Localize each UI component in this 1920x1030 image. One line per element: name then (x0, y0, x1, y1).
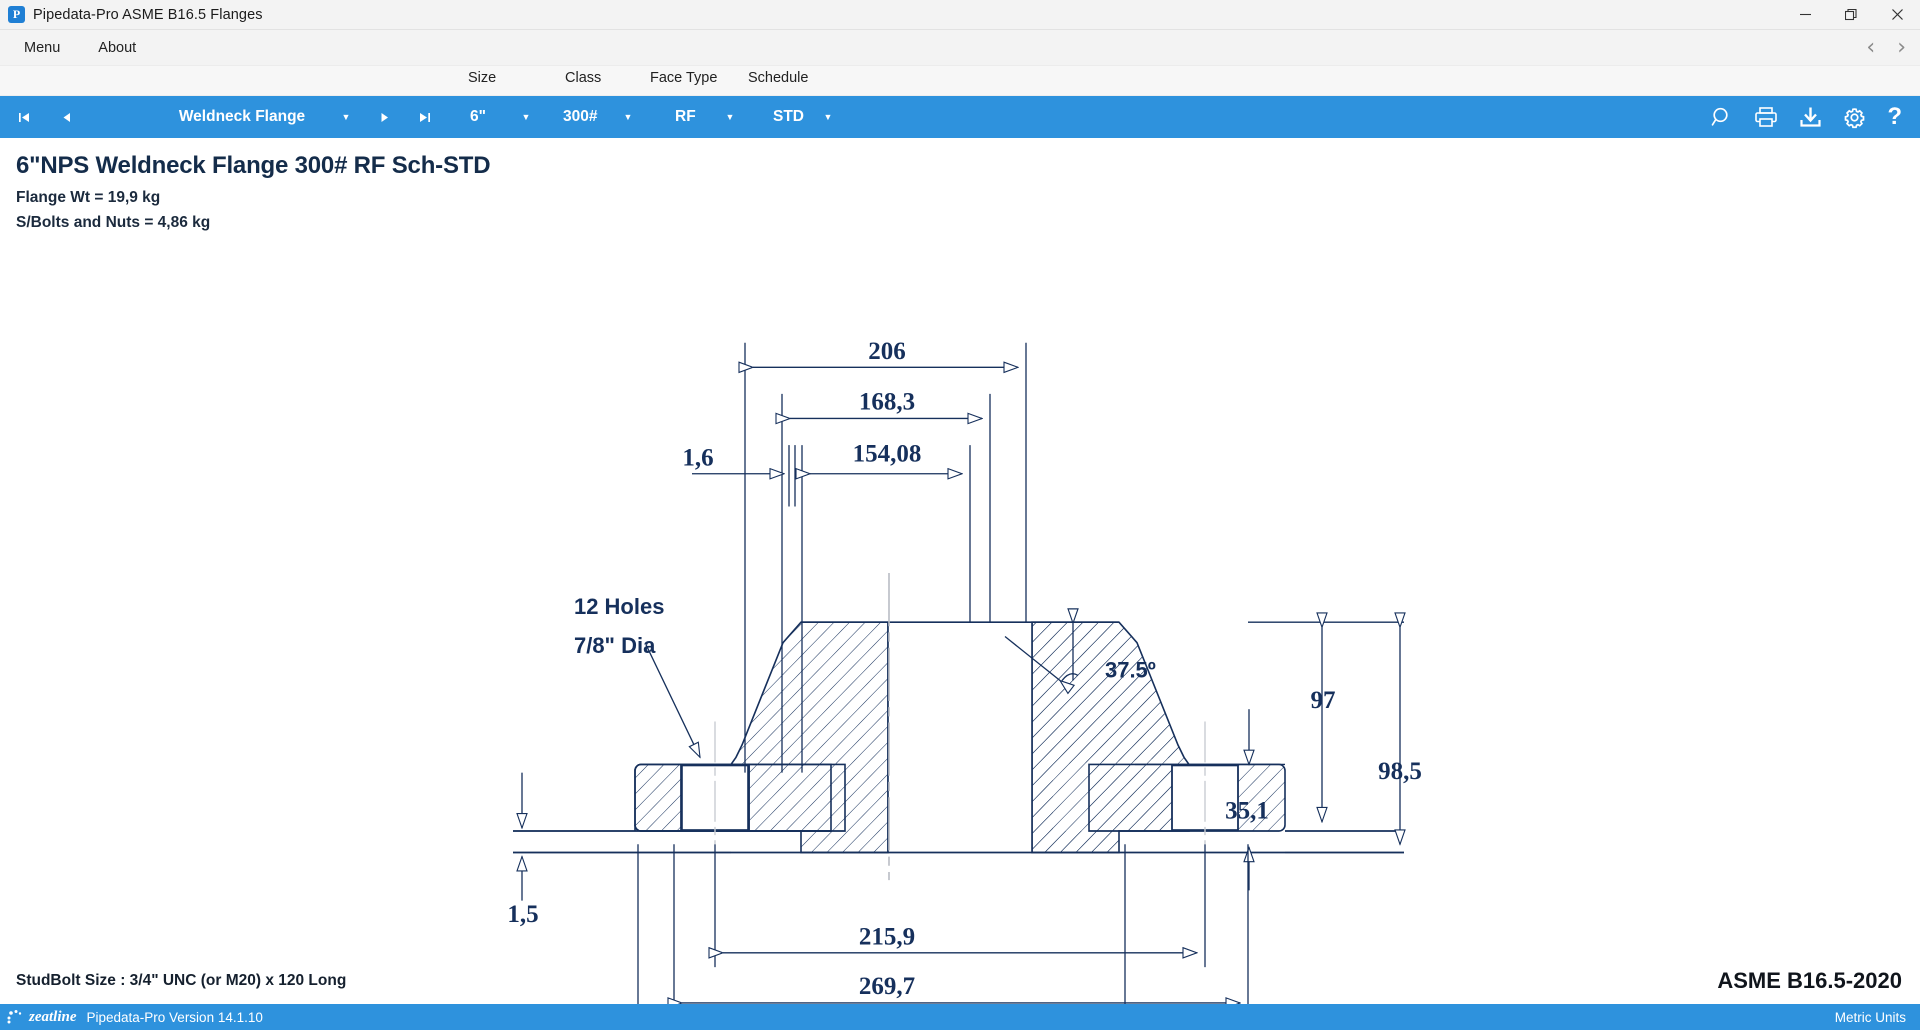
zeatline-logo: zeatline (6, 1009, 77, 1026)
main-content: 6"NPS Weldneck Flange 300# RF Sch-STD Fl… (0, 138, 1920, 1004)
schedule-value[interactable]: STD (773, 96, 804, 138)
zeatline-dots-icon (7, 1010, 22, 1024)
annotation-holes-dia: 7/8" Dia (574, 633, 656, 658)
search-icon[interactable] (1711, 106, 1733, 128)
close-icon (1891, 9, 1903, 20)
chevron-right-icon[interactable]: › (1897, 36, 1906, 59)
dim-raised-face-h: 1,6 (682, 443, 713, 471)
previous-record-button[interactable] (52, 96, 80, 138)
dim-bolt-circle: 215,9 (859, 922, 915, 950)
face-type-dropdown-caret[interactable]: ▼ (722, 96, 738, 138)
help-icon[interactable]: ? (1887, 105, 1902, 129)
dim-length-thru-hub: 97 (1311, 686, 1336, 714)
menu-bar: Menu About ‹ › (0, 30, 1920, 66)
annotation-holes-count: 12 Holes (574, 594, 664, 619)
dim-rf-thickness: 1,5 (507, 900, 538, 928)
app-logo-icon: P (8, 6, 25, 23)
chevron-left-icon[interactable]: ‹ (1866, 36, 1875, 59)
class-value[interactable]: 300# (563, 96, 597, 138)
first-record-button[interactable] (10, 96, 38, 138)
close-button[interactable] (1874, 0, 1920, 30)
dim-hub-large-dia: 206 (868, 337, 905, 365)
menu-item-about[interactable]: About (84, 40, 150, 56)
maximize-button[interactable] (1828, 0, 1874, 30)
face-type-value[interactable]: RF (675, 96, 696, 138)
menu-item-menu[interactable]: Menu (10, 40, 74, 56)
status-bar: zeatline Pipedata-Pro Version 14.1.10 Me… (0, 1004, 1920, 1030)
class-dropdown-caret[interactable]: ▼ (620, 96, 636, 138)
dim-hub-length: 35,1 (1225, 796, 1269, 824)
window-titlebar: P Pipedata-Pro ASME B16.5 Flanges (0, 0, 1920, 30)
dim-raised-face-dia: 269,7 (859, 972, 916, 1000)
flange-type-value[interactable]: Weldneck Flange (158, 96, 326, 138)
page-navigation: ‹ › (1866, 36, 1920, 59)
schedule-dropdown-caret[interactable]: ▼ (820, 96, 836, 138)
annotation-hub-angle: 37.5º (1105, 657, 1156, 682)
size-value[interactable]: 6" (470, 96, 486, 138)
dim-total-length: 98,5 (1378, 757, 1422, 785)
selector-column-headers: Size Class Face Type Schedule (0, 66, 1920, 96)
print-icon[interactable] (1754, 106, 1778, 128)
first-record-icon (18, 112, 29, 122)
gear-icon[interactable] (1843, 106, 1866, 129)
previous-record-icon (63, 112, 70, 122)
download-icon[interactable] (1799, 106, 1822, 128)
dim-bore: 154,08 (853, 439, 922, 467)
record-selector-bar: Weldneck Flange ▼ 6" ▼ 300# ▼ RF ▼ STD ▼ (0, 96, 1920, 138)
minimize-button[interactable] (1782, 0, 1828, 30)
window-controls (1782, 0, 1920, 30)
next-record-icon (381, 112, 388, 122)
minimize-icon (1799, 13, 1811, 16)
zeatline-wordmark: zeatline (29, 1008, 77, 1025)
column-header-class: Class (565, 70, 602, 86)
window-title: Pipedata-Pro ASME B16.5 Flanges (33, 6, 263, 23)
flange-cross-section-drawing: 206 168,3 154,08 1,6 215,9 269,7 318 97 … (507, 337, 1422, 1004)
restore-icon (1845, 8, 1857, 20)
version-label: Pipedata-Pro Version 14.1.10 (86, 1009, 263, 1025)
column-header-schedule: Schedule (748, 70, 809, 86)
last-record-button[interactable] (410, 96, 438, 138)
column-header-face-type: Face Type (650, 70, 718, 86)
next-record-button[interactable] (370, 96, 398, 138)
toolbar-actions: ? (1711, 96, 1902, 138)
flange-type-dropdown-caret[interactable]: ▼ (338, 96, 354, 138)
size-dropdown-caret[interactable]: ▼ (518, 96, 534, 138)
last-record-icon (419, 112, 430, 122)
units-label[interactable]: Metric Units (1835, 1010, 1906, 1025)
dim-hub-small-dia: 168,3 (859, 387, 915, 415)
column-header-size: Size (468, 70, 497, 86)
